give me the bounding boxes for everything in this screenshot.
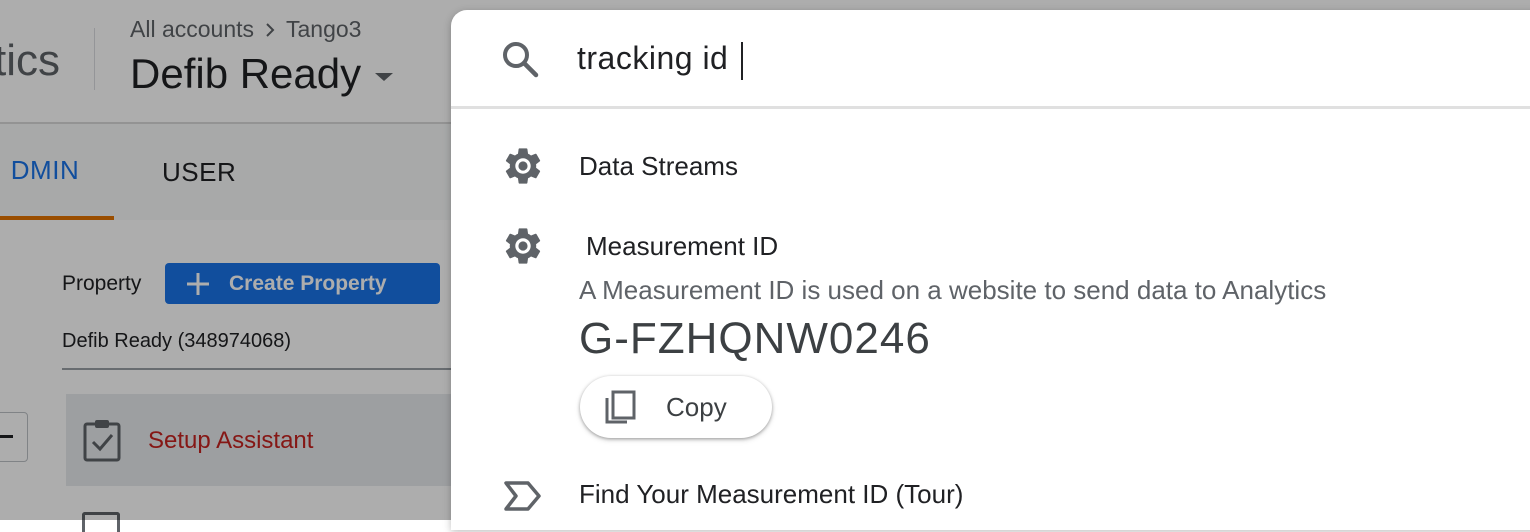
gear-icon [505, 148, 541, 184]
search-input[interactable] [577, 34, 1277, 82]
result-data-streams[interactable]: Data Streams [579, 151, 738, 182]
copy-icon [605, 390, 636, 424]
measurement-id-value: G-FZHQNW0246 [579, 314, 931, 363]
search-icon [503, 42, 539, 78]
search-panel: Data Streams Measurement ID A Measuremen… [451, 10, 1530, 530]
copy-button[interactable]: Copy [580, 376, 772, 438]
result-find-measurement-id-tour[interactable]: Find Your Measurement ID (Tour) [579, 479, 963, 510]
gear-icon [505, 228, 541, 264]
result-measurement-id[interactable]: Measurement ID [586, 231, 778, 262]
tour-icon [504, 481, 541, 511]
measurement-id-description: A Measurement ID is used on a website to… [579, 275, 1327, 305]
search-bar [451, 10, 1530, 109]
text-cursor [741, 42, 743, 80]
copy-label: Copy [666, 391, 727, 422]
